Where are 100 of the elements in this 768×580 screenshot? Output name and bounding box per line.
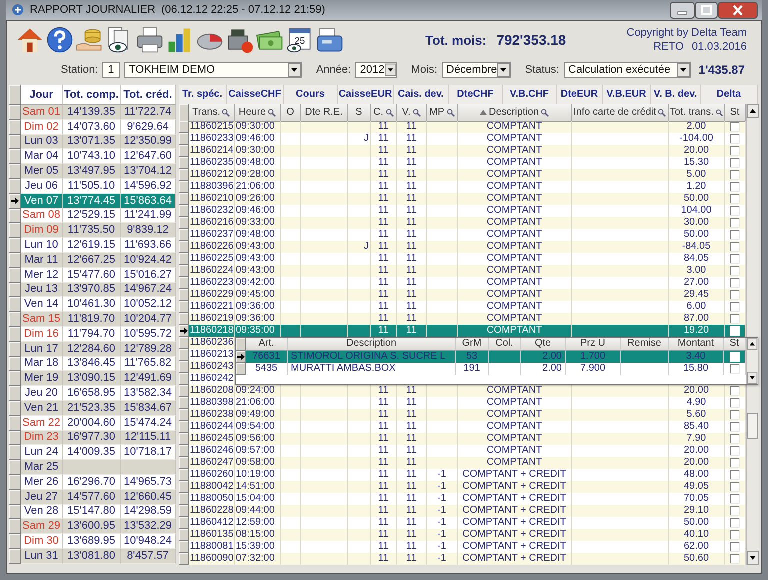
- day-cell[interactable]: Ven 28: [21, 504, 63, 520]
- day-cell[interactable]: Mar 25: [21, 460, 63, 475]
- checkbox[interactable]: [730, 266, 740, 276]
- column-header[interactable]: MP: [427, 104, 458, 122]
- column-header[interactable]: O: [281, 104, 301, 122]
- scrollbar[interactable]: [746, 104, 759, 565]
- checkbox[interactable]: [730, 122, 740, 132]
- column-header[interactable]: Remise: [621, 338, 669, 351]
- column-header[interactable]: GrM: [456, 338, 489, 351]
- column-header[interactable]: Col.: [489, 338, 521, 351]
- day-cell[interactable]: Mar 04: [21, 149, 63, 164]
- filter-icon[interactable]: [541, 108, 550, 116]
- group-tab[interactable]: Cais. dev.: [394, 85, 449, 104]
- station-number-field[interactable]: 1: [102, 62, 120, 78]
- checkbox[interactable]: [730, 422, 740, 432]
- year-dropdown[interactable]: 2012: [355, 62, 398, 78]
- group-tab[interactable]: Delta: [701, 85, 758, 104]
- checkbox[interactable]: [730, 364, 740, 374]
- day-cell[interactable]: Jeu 20: [21, 386, 63, 401]
- column-header[interactable]: C.: [371, 104, 397, 122]
- checkbox[interactable]: [730, 410, 740, 420]
- group-tab[interactable]: V.B.EUR: [603, 85, 651, 104]
- checkbox[interactable]: [730, 518, 740, 528]
- day-cell[interactable]: Mer 05: [21, 164, 63, 179]
- group-tab[interactable]: V. B. dev.: [651, 85, 701, 104]
- column-header[interactable]: Tot. comp.: [63, 85, 121, 105]
- group-tab[interactable]: DteEUR: [557, 85, 603, 104]
- maximize-icon[interactable]: [695, 2, 718, 18]
- checkbox[interactable]: [730, 302, 740, 312]
- checkbox[interactable]: [730, 554, 740, 564]
- filter-icon[interactable]: [412, 108, 421, 116]
- column-header[interactable]: Trans.: [189, 104, 235, 122]
- row-selector[interactable]: [9, 194, 21, 209]
- checkbox[interactable]: [730, 158, 740, 168]
- day-cell[interactable]: Jeu 06: [21, 178, 63, 194]
- day-cell[interactable]: Lun 17: [21, 342, 63, 357]
- day-cell[interactable]: Dim 02: [21, 120, 63, 135]
- day-cell[interactable]: Mer 12: [21, 268, 63, 283]
- checkbox[interactable]: [730, 542, 740, 552]
- group-tab[interactable]: CaisseCHF: [227, 85, 284, 104]
- column-header[interactable]: Tot. créd.: [121, 85, 176, 105]
- checkbox[interactable]: [730, 278, 740, 288]
- column-header[interactable]: Montant: [669, 338, 724, 351]
- checkbox[interactable]: [730, 242, 740, 252]
- minimize-icon[interactable]: [670, 2, 695, 18]
- scroll-up-icon[interactable]: [747, 338, 758, 350]
- column-header[interactable]: St: [725, 104, 746, 122]
- checkbox[interactable]: [730, 254, 740, 264]
- checkbox[interactable]: [730, 170, 740, 180]
- group-tab[interactable]: DteCHF: [449, 85, 503, 104]
- column-header[interactable]: Art.: [246, 338, 288, 351]
- day-cell[interactable]: Lun 24: [21, 445, 63, 460]
- caret-icon[interactable]: [288, 63, 302, 77]
- close-icon[interactable]: [718, 2, 758, 18]
- group-tab[interactable]: V.B.CHF: [503, 85, 557, 104]
- checkbox[interactable]: [730, 182, 740, 192]
- checkbox[interactable]: [730, 446, 740, 456]
- day-cell[interactable]: Mar 11: [21, 252, 63, 268]
- checkbox[interactable]: [730, 206, 740, 216]
- column-header[interactable]: Description: [458, 104, 572, 122]
- day-cell[interactable]: Lun 03: [21, 134, 63, 150]
- column-header[interactable]: Jour: [21, 85, 63, 105]
- day-cell[interactable]: Jeu 13: [21, 282, 63, 298]
- row-selector[interactable]: [179, 325, 189, 337]
- column-header[interactable]: Tot. trans.: [669, 104, 725, 122]
- scrollbar[interactable]: [746, 338, 758, 384]
- column-header[interactable]: Info carte de crédit: [572, 104, 669, 122]
- checkbox[interactable]: [730, 506, 740, 516]
- checkbox[interactable]: [730, 134, 740, 144]
- checkbox[interactable]: [730, 386, 740, 396]
- checkbox[interactable]: [730, 530, 740, 540]
- day-cell[interactable]: Sam 22: [21, 416, 63, 431]
- day-cell[interactable]: Sam 08: [21, 208, 63, 224]
- checkbox[interactable]: [730, 434, 740, 444]
- filter-icon[interactable]: [658, 108, 666, 116]
- scroll-thumb[interactable]: [747, 413, 758, 439]
- column-header[interactable]: Qte: [521, 338, 566, 351]
- checkbox[interactable]: [730, 230, 740, 240]
- group-tab[interactable]: CaisseEUR: [338, 85, 394, 104]
- column-header[interactable]: Description: [288, 338, 456, 351]
- checkbox[interactable]: [730, 146, 740, 156]
- checkbox[interactable]: [730, 482, 740, 492]
- column-header[interactable]: Heure: [235, 104, 281, 122]
- column-header[interactable]: St: [724, 338, 746, 351]
- column-header[interactable]: Dte R.E.: [301, 104, 348, 122]
- day-cell[interactable]: Jeu 27: [21, 490, 63, 505]
- scroll-down-icon[interactable]: [747, 551, 759, 565]
- day-cell[interactable]: Ven 14: [21, 297, 63, 312]
- checkbox[interactable]: [730, 458, 740, 468]
- checkbox[interactable]: [730, 470, 740, 480]
- group-tab[interactable]: Cours: [284, 85, 338, 104]
- day-cell[interactable]: Lun 10: [21, 238, 63, 253]
- filter-icon[interactable]: [386, 108, 394, 116]
- column-header[interactable]: V.: [397, 104, 427, 122]
- day-cell[interactable]: Mer 26: [21, 474, 63, 490]
- checkbox[interactable]: [730, 494, 740, 504]
- checkbox[interactable]: [730, 290, 740, 300]
- column-header[interactable]: Prz U: [566, 338, 621, 351]
- day-cell[interactable]: Mer 19: [21, 371, 63, 386]
- filter-icon[interactable]: [222, 108, 230, 116]
